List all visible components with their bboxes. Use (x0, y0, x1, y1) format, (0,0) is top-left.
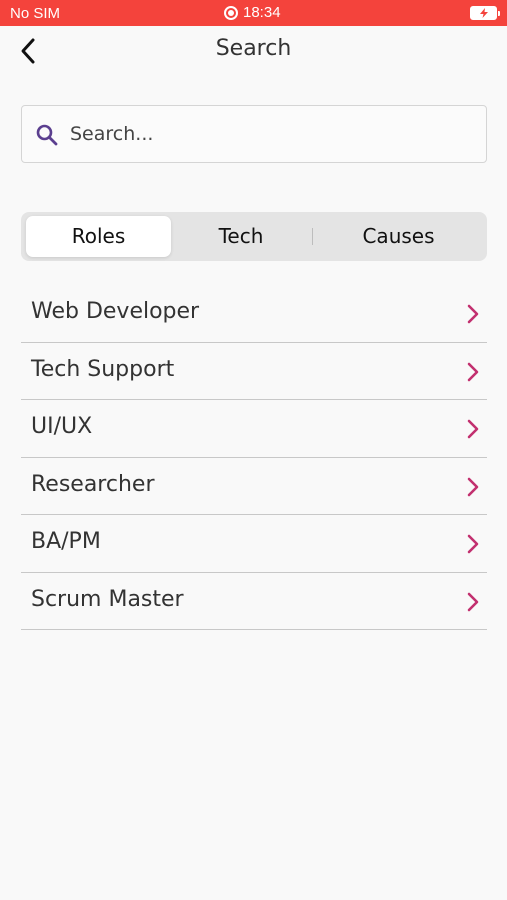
record-icon (224, 5, 238, 20)
tab-tech[interactable]: Tech (171, 216, 311, 257)
search-field[interactable] (21, 105, 487, 163)
battery-charging-icon (470, 6, 500, 20)
status-center: 18:34 (224, 4, 281, 21)
role-list: Web Developer Tech Support UI/UX Researc… (21, 285, 487, 630)
search-icon (36, 124, 58, 146)
list-item-label: Web Developer (31, 299, 200, 324)
list-item-ba-pm[interactable]: BA/PM (21, 515, 487, 573)
list-item-researcher[interactable]: Researcher (21, 458, 487, 515)
list-item-label: Scrum Master (31, 586, 184, 612)
chevron-right-icon (467, 534, 479, 554)
tab-divider (312, 228, 313, 245)
search-input[interactable] (70, 106, 470, 162)
chevron-right-icon (467, 362, 479, 381)
list-item-label: Researcher (31, 471, 155, 497)
category-tabs: Roles Tech Causes (21, 212, 487, 261)
chevron-right-icon (467, 304, 479, 324)
list-item-scrum-master[interactable]: Scrum Master (21, 573, 487, 630)
tab-causes[interactable]: Causes (316, 216, 481, 257)
status-bar: No SIM 18:34 (0, 0, 507, 26)
chevron-right-icon (467, 592, 479, 611)
chevron-right-icon (467, 477, 479, 496)
tab-roles[interactable]: Roles (26, 216, 171, 257)
chevron-right-icon (467, 419, 479, 439)
list-item-ui-ux[interactable]: UI/UX (21, 400, 487, 458)
status-time: 18:34 (243, 4, 281, 21)
list-item-label: Tech Support (31, 356, 175, 382)
list-item-label: BA/PM (31, 529, 101, 554)
list-item-tech-support[interactable]: Tech Support (21, 343, 487, 400)
list-item-web-developer[interactable]: Web Developer (21, 285, 487, 343)
list-item-label: UI/UX (31, 414, 93, 439)
carrier-label: No SIM (10, 5, 61, 22)
page-title: Search (215, 36, 292, 61)
nav-bar: Search (0, 26, 507, 74)
